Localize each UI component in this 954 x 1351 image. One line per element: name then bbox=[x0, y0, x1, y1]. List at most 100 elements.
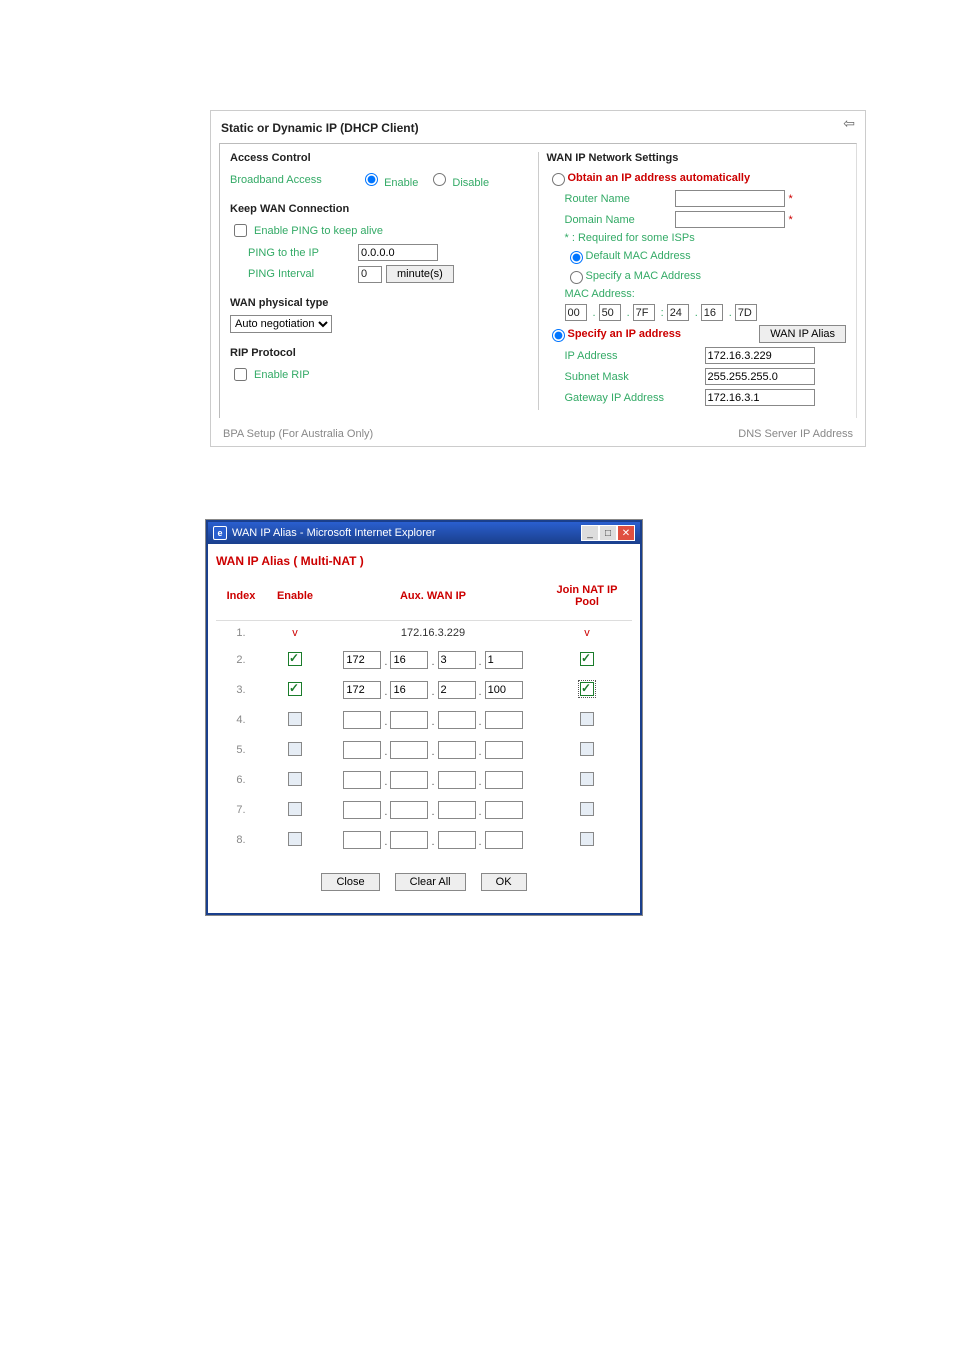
ip-address-input[interactable] bbox=[705, 347, 815, 364]
required-note-text: * : Required for some ISPs bbox=[565, 232, 695, 244]
join-checkbox[interactable] bbox=[580, 832, 594, 846]
minutes-button[interactable]: minute(s) bbox=[386, 265, 454, 283]
domain-name-input[interactable] bbox=[675, 211, 785, 228]
dot-icon: . bbox=[384, 686, 387, 698]
join-checkbox[interactable] bbox=[580, 652, 594, 666]
default-mac-radio[interactable] bbox=[570, 251, 583, 264]
wan-ip-alias-button[interactable]: WAN IP Alias bbox=[759, 325, 846, 343]
ip-octet-2[interactable] bbox=[438, 831, 476, 849]
dot-icon: . bbox=[479, 806, 482, 818]
ping-ip-input[interactable] bbox=[358, 244, 438, 261]
dot-icon: . bbox=[384, 776, 387, 788]
ip-octet-0[interactable] bbox=[343, 771, 381, 789]
popup-close-button[interactable]: Close bbox=[321, 873, 379, 891]
ip-octet-3[interactable] bbox=[485, 831, 523, 849]
ip-octet-2[interactable] bbox=[438, 741, 476, 759]
join-checkbox[interactable] bbox=[580, 772, 594, 786]
gateway-input[interactable] bbox=[705, 389, 815, 406]
popup-ok-button[interactable]: OK bbox=[481, 873, 527, 891]
enable-rip-checkbox[interactable] bbox=[234, 368, 247, 381]
obtain-auto-row[interactable]: Obtain an IP address automatically bbox=[547, 170, 847, 186]
mac-5[interactable] bbox=[735, 304, 757, 321]
ip-octet-1[interactable] bbox=[390, 711, 428, 729]
dot-icon: . bbox=[384, 806, 387, 818]
maximize-button[interactable]: □ bbox=[599, 525, 617, 541]
col-aux: Aux. WAN IP bbox=[324, 572, 542, 621]
ip-octet-3[interactable] bbox=[485, 651, 523, 669]
specify-ip-radio[interactable] bbox=[552, 329, 565, 342]
broadband-enable-option[interactable]: Enable bbox=[360, 170, 418, 189]
ip-octet-1[interactable] bbox=[390, 771, 428, 789]
specify-ip-row[interactable]: Specify an IP address WAN IP Alias bbox=[547, 325, 847, 343]
enable-checkbox[interactable] bbox=[288, 652, 302, 666]
mac-3[interactable] bbox=[667, 304, 689, 321]
broadband-enable-radio[interactable] bbox=[365, 173, 378, 186]
ip-octet-1[interactable] bbox=[390, 681, 428, 699]
join-checkbox[interactable] bbox=[580, 682, 594, 696]
ip-octet-1[interactable] bbox=[390, 741, 428, 759]
enable-checkbox[interactable] bbox=[288, 772, 302, 786]
table-row: 1.v172.16.3.229v bbox=[216, 621, 632, 646]
ip-octet-3[interactable] bbox=[485, 681, 523, 699]
ip-octet-3[interactable] bbox=[485, 711, 523, 729]
ip-octet-3[interactable] bbox=[485, 741, 523, 759]
gateway-label: Gateway IP Address bbox=[565, 392, 705, 404]
ping-interval-input[interactable] bbox=[358, 266, 382, 283]
ip-octet-0[interactable] bbox=[343, 711, 381, 729]
ip-octet-0[interactable] bbox=[343, 831, 381, 849]
mac-2[interactable] bbox=[633, 304, 655, 321]
dot-icon: . bbox=[479, 656, 482, 668]
subnet-input[interactable] bbox=[705, 368, 815, 385]
ip-octet-0[interactable] bbox=[343, 681, 381, 699]
enable-checkbox[interactable] bbox=[288, 832, 302, 846]
ip-octet-0[interactable] bbox=[343, 801, 381, 819]
row-join-cell: v bbox=[542, 621, 632, 646]
mac-4[interactable] bbox=[701, 304, 723, 321]
enable-checkbox[interactable] bbox=[288, 712, 302, 726]
broadband-disable-option[interactable]: Disable bbox=[428, 170, 489, 189]
broadband-disable-radio[interactable] bbox=[433, 173, 446, 186]
ip-octet-2[interactable] bbox=[438, 771, 476, 789]
minimize-button[interactable]: _ bbox=[581, 525, 599, 541]
specify-mac-row[interactable]: Specify a MAC Address bbox=[565, 268, 847, 284]
mac-0[interactable] bbox=[565, 304, 587, 321]
close-window-button[interactable]: ✕ bbox=[617, 525, 635, 541]
enable-ping-row: Enable PING to keep alive bbox=[230, 221, 530, 240]
ip-octet-3[interactable] bbox=[485, 771, 523, 789]
ip-octet-1[interactable] bbox=[390, 651, 428, 669]
wan-ip-alias-window: e WAN IP Alias - Microsoft Internet Expl… bbox=[206, 520, 642, 915]
row-enable-cell bbox=[266, 825, 324, 855]
wan-phys-select[interactable]: Auto negotiation bbox=[230, 315, 332, 333]
ip-octet-0[interactable] bbox=[343, 651, 381, 669]
join-checkbox[interactable] bbox=[580, 742, 594, 756]
ip-octet-1[interactable] bbox=[390, 801, 428, 819]
popup-buttons: Close Clear All OK bbox=[216, 855, 632, 903]
default-mac-row[interactable]: Default MAC Address bbox=[565, 248, 847, 264]
row-enable-cell bbox=[266, 705, 324, 735]
obtain-auto-label: Obtain an IP address automatically bbox=[568, 172, 751, 184]
back-arrow-icon[interactable]: ⇦ bbox=[843, 115, 855, 132]
join-checkbox[interactable] bbox=[580, 712, 594, 726]
ip-octet-3[interactable] bbox=[485, 801, 523, 819]
enable-ping-checkbox[interactable] bbox=[234, 224, 247, 237]
join-checkbox[interactable] bbox=[580, 802, 594, 816]
obtain-auto-radio[interactable] bbox=[552, 173, 565, 186]
enable-checkbox[interactable] bbox=[288, 742, 302, 756]
mac-1[interactable] bbox=[599, 304, 621, 321]
enable-checkbox[interactable] bbox=[288, 682, 302, 696]
dot-icon: . bbox=[479, 776, 482, 788]
ip-octet-2[interactable] bbox=[438, 801, 476, 819]
enable-checkbox[interactable] bbox=[288, 802, 302, 816]
ip-octet-0[interactable] bbox=[343, 741, 381, 759]
specify-mac-label: Specify a MAC Address bbox=[586, 270, 702, 282]
specify-mac-radio[interactable] bbox=[570, 271, 583, 284]
row-index: 4. bbox=[216, 705, 266, 735]
router-name-input[interactable] bbox=[675, 190, 785, 207]
ip-octet-2[interactable] bbox=[438, 711, 476, 729]
popup-clear-button[interactable]: Clear All bbox=[395, 873, 466, 891]
ip-octet-2[interactable] bbox=[438, 651, 476, 669]
ip-octet-1[interactable] bbox=[390, 831, 428, 849]
ip-octet-2[interactable] bbox=[438, 681, 476, 699]
dot-icon: . bbox=[384, 746, 387, 758]
row-join-cell bbox=[542, 675, 632, 705]
